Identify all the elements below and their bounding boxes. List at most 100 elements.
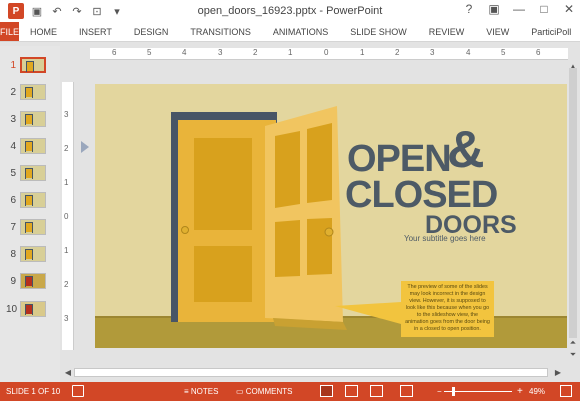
- slide-thumbnail[interactable]: 5: [6, 162, 56, 184]
- slide-thumbnail[interactable]: 3: [6, 108, 56, 130]
- powerpoint-logo-icon: P: [8, 3, 24, 19]
- door-lower-panel: [194, 246, 252, 302]
- zoom-out-icon[interactable]: −: [437, 387, 442, 396]
- horizontal-scroll-thumb[interactable]: [74, 368, 548, 377]
- tab-view[interactable]: VIEW: [475, 22, 520, 41]
- slide-thumbnail-image: [20, 301, 46, 317]
- slide-number: 3: [10, 113, 16, 125]
- slide-number: 6: [10, 194, 16, 206]
- open-door-upper-panel: [307, 123, 332, 203]
- slide-number: 4: [10, 140, 16, 152]
- ruler-label: 0: [324, 48, 329, 57]
- slide-thumbnail[interactable]: 1: [6, 54, 56, 76]
- slide-thumbnail[interactable]: 6: [6, 189, 56, 211]
- tab-transitions[interactable]: TRANSITIONS: [179, 22, 262, 41]
- open-door-graphic: [265, 106, 347, 330]
- reading-view-icon[interactable]: [370, 385, 383, 397]
- zoom-in-icon[interactable]: +: [517, 386, 523, 397]
- minimize-button[interactable]: —: [512, 2, 526, 16]
- slide-number: 10: [6, 303, 18, 315]
- callout-pointer: [335, 302, 401, 324]
- horizontal-ruler: 6 5 4 3 2 1 0 1 2 3 4 5 6: [90, 48, 568, 60]
- slide-thumbnail[interactable]: 4: [6, 135, 56, 157]
- ruler-label: 2: [64, 280, 69, 289]
- fit-slide-icon[interactable]: [560, 385, 572, 397]
- redo-icon[interactable]: ↷: [70, 4, 84, 18]
- ruler-label: 0: [64, 212, 69, 221]
- slide-thumbnail[interactable]: 2: [6, 81, 56, 103]
- slide-thumbnail-image: [20, 273, 46, 289]
- zoom-level[interactable]: 49%: [529, 387, 545, 396]
- quick-access-toolbar: P ▣ ↶ ↷ ⊡ ▾: [0, 3, 124, 19]
- zoom-slider-handle[interactable]: [452, 387, 455, 396]
- ruler-label: 3: [218, 48, 223, 57]
- scroll-right-icon[interactable]: ▶: [552, 366, 564, 379]
- start-from-beginning-icon[interactable]: ⊡: [90, 4, 104, 18]
- tab-home[interactable]: HOME: [19, 22, 68, 41]
- window-controls: ? ▣ — □ ✕: [462, 2, 576, 16]
- ruler-label: 3: [64, 110, 69, 119]
- tab-animations[interactable]: ANIMATIONS: [262, 22, 339, 41]
- slide-thumbnail-image: [20, 84, 46, 100]
- ruler-label: 5: [147, 48, 152, 57]
- slide-number: 2: [10, 86, 16, 98]
- slide-thumbnail-image: [20, 246, 46, 262]
- next-slide-icon[interactable]: ⏷: [567, 350, 579, 360]
- ruler-label: 5: [501, 48, 506, 57]
- close-button[interactable]: ✕: [562, 2, 576, 16]
- slide-thumbnail-image: [20, 192, 46, 208]
- tab-design[interactable]: DESIGN: [123, 22, 180, 41]
- callout-pointer-shape: [335, 302, 401, 324]
- spell-check-icon[interactable]: [72, 385, 84, 397]
- slide-thumbnail[interactable]: 7: [6, 216, 56, 238]
- help-button[interactable]: ?: [462, 2, 476, 16]
- comments-label: COMMENTS: [245, 387, 293, 396]
- ruler-label: 6: [536, 48, 541, 57]
- ribbon-tabs: FILE HOME INSERT DESIGN TRANSITIONS ANIM…: [0, 22, 580, 42]
- tab-file[interactable]: FILE: [0, 22, 20, 41]
- customize-qat-icon[interactable]: ▾: [110, 4, 124, 18]
- slide-number: 7: [10, 221, 16, 233]
- notes-label: NOTES: [190, 387, 219, 396]
- tab-slide-show[interactable]: SLIDE SHOW: [339, 22, 418, 41]
- previous-slide-icon[interactable]: ⏶: [567, 338, 579, 348]
- slide-thumbnail[interactable]: 10: [6, 298, 56, 320]
- vertical-scroll-thumb[interactable]: [569, 68, 577, 338]
- notes-button[interactable]: ≡ NOTES: [184, 387, 218, 396]
- vertical-scrollbar[interactable]: ▲ ⏶ ⏷: [567, 62, 579, 366]
- horizontal-scrollbar[interactable]: ◀ ▶: [62, 366, 567, 379]
- slide-thumbnail[interactable]: 8: [6, 243, 56, 265]
- undo-icon[interactable]: ↶: [50, 4, 64, 18]
- ribbon-display-options-button[interactable]: ▣: [487, 2, 501, 16]
- slide-canvas[interactable]: OPEN & CLOSED DOORS Your subtitle goes h…: [95, 84, 567, 348]
- normal-view-icon[interactable]: [320, 385, 333, 397]
- tab-participoll[interactable]: ParticiPoll: [520, 22, 580, 41]
- slide-thumbnail-image: [20, 138, 46, 154]
- ruler-label: 1: [64, 246, 69, 255]
- slide-show-icon[interactable]: [400, 385, 413, 397]
- tab-insert[interactable]: INSERT: [68, 22, 123, 41]
- ruler-label: 2: [253, 48, 258, 57]
- status-bar: SLIDE 1 OF 10 ≡ NOTES ▭ COMMENTS − + 49%: [0, 382, 580, 401]
- slide-number: 8: [10, 248, 16, 260]
- ruler-label: 3: [430, 48, 435, 57]
- scroll-left-icon[interactable]: ◀: [62, 366, 74, 379]
- slide-thumbnails-pane: 1 2 3 4 5 6 7 8 9 10: [0, 46, 60, 382]
- save-icon[interactable]: ▣: [30, 4, 44, 18]
- slide-number: 1: [10, 59, 16, 71]
- maximize-button[interactable]: □: [537, 2, 551, 16]
- tab-review[interactable]: REVIEW: [418, 22, 476, 41]
- slide-counter: SLIDE 1 OF 10: [6, 387, 61, 396]
- expand-pane-arrow-icon[interactable]: [81, 141, 89, 153]
- open-door-upper-panel: [275, 131, 300, 208]
- slide-thumbnail-image: [20, 219, 46, 235]
- open-door-knob: [324, 227, 334, 237]
- ruler-label: 2: [395, 48, 400, 57]
- slide-subtitle: Your subtitle goes here: [404, 234, 486, 243]
- door-upper-panel: [194, 138, 252, 230]
- slide-number: 5: [10, 167, 16, 179]
- slide-thumbnail[interactable]: 9: [6, 270, 56, 292]
- slide-sorter-icon[interactable]: [345, 385, 358, 397]
- slide-title-line-2: CLOSED: [345, 174, 498, 216]
- comments-button[interactable]: ▭ COMMENTS: [236, 387, 292, 396]
